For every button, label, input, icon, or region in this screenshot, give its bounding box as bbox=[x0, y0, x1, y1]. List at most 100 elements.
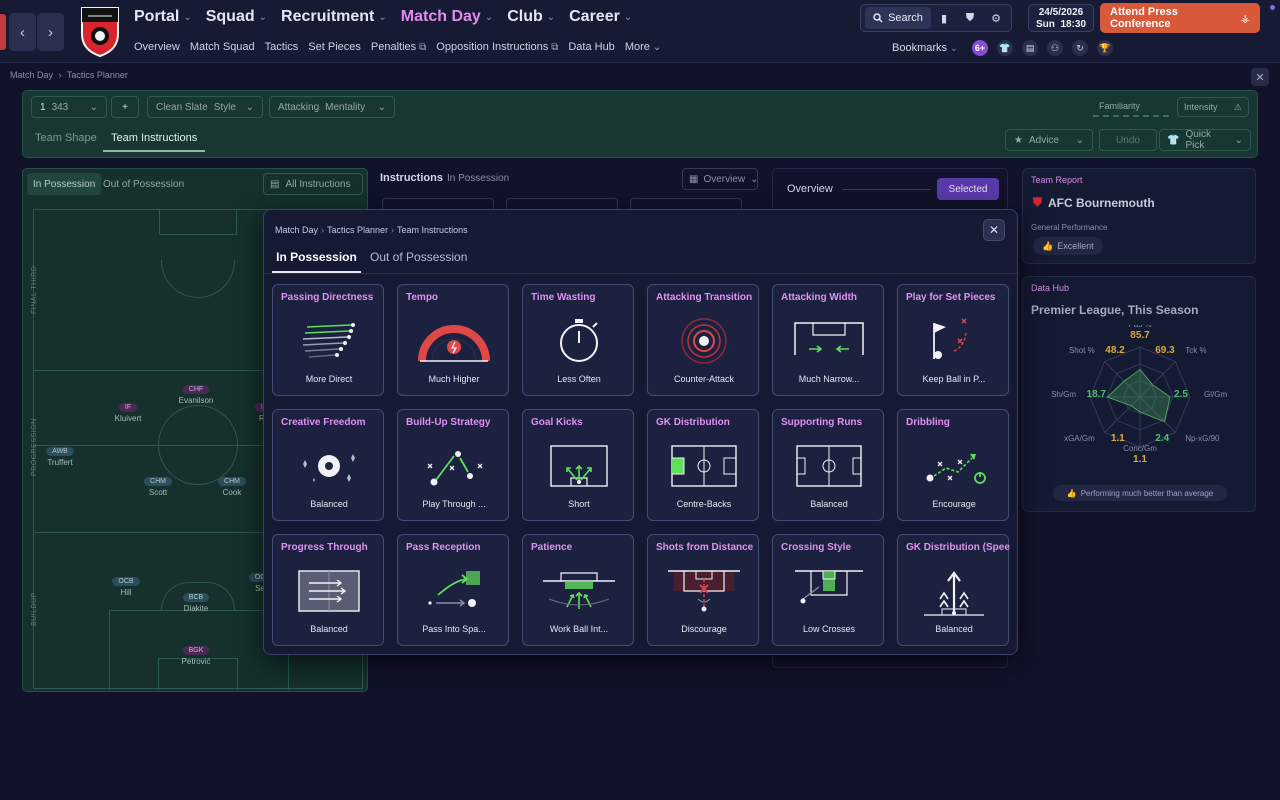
nav-label: Club bbox=[507, 8, 543, 25]
tab-pitch-in-possession[interactable]: In Possession bbox=[27, 173, 102, 195]
tab-pitch-out-of-possession[interactable]: Out of Possession bbox=[97, 173, 190, 195]
breadcrumb-match-day[interactable]: Match Day bbox=[10, 70, 53, 80]
instruction-card-goal-kicks[interactable]: Goal Kicks Short bbox=[522, 409, 634, 521]
subnav-overview[interactable]: Overview bbox=[134, 41, 180, 53]
modal-breadcrumb-match-day[interactable]: Match Day bbox=[275, 225, 318, 235]
player-name: Diakite bbox=[183, 604, 209, 613]
search-button[interactable]: Search bbox=[865, 7, 931, 29]
attend-press-conference-button[interactable]: Attend Press Conference ⚶ bbox=[1100, 3, 1260, 33]
kit-button[interactable]: 👕 bbox=[997, 40, 1013, 56]
player-bcb[interactable]: BCB Diakite bbox=[166, 592, 226, 613]
add-tactic-button[interactable]: + bbox=[111, 96, 139, 118]
formation-select[interactable]: 1 343 ⌄ bbox=[31, 96, 107, 118]
subnav-opposition-instructions[interactable]: Opposition Instructions ⧉ bbox=[436, 41, 558, 53]
overview-select[interactable]: ▦ Overview ⌄ bbox=[682, 168, 759, 190]
subnav-data-hub[interactable]: Data Hub bbox=[568, 41, 614, 53]
instruction-card-title: Tempo bbox=[406, 292, 439, 303]
player-chf[interactable]: CHF Evanilson bbox=[166, 384, 226, 405]
data-hub-footer-badge: 👍 Performing much better than average bbox=[1053, 485, 1227, 501]
instruction-card-passing-directness[interactable]: Passing Directness More Direct bbox=[272, 284, 384, 396]
podium-icon: ⚶ bbox=[1240, 12, 1250, 25]
clipboard-button[interactable]: ▤ bbox=[1022, 40, 1038, 56]
plus-icon: + bbox=[122, 101, 128, 113]
notification-strip[interactable] bbox=[0, 14, 6, 50]
nav-match-day[interactable]: Match Day ⌄ bbox=[401, 8, 493, 26]
instructions-title: Instructions bbox=[380, 172, 443, 184]
modal-close-button[interactable]: ✕ bbox=[983, 219, 1005, 241]
player-awb[interactable]: AWB Truffert bbox=[30, 446, 90, 467]
advice-button[interactable]: ★ Advice ⌄ bbox=[1005, 129, 1093, 151]
forward-button[interactable]: › bbox=[37, 13, 64, 51]
tab-team-instructions[interactable]: Team Instructions bbox=[103, 132, 206, 152]
notification-dot bbox=[1270, 5, 1275, 10]
tab-modal-in-possession[interactable]: In Possession bbox=[272, 250, 361, 273]
style-select[interactable]: Clean Slate Style ⌄ bbox=[147, 96, 263, 118]
quick-pick-button[interactable]: 👕 Quick Pick ⌄ bbox=[1159, 129, 1251, 151]
instruction-card-build-up-strategy[interactable]: Build-Up Strategy Play Through ... bbox=[397, 409, 509, 521]
instruction-card-tempo[interactable]: Tempo Much Higher bbox=[397, 284, 509, 396]
inbox-badge-button[interactable]: 6+ bbox=[972, 40, 988, 56]
instruction-card-attacking-transition[interactable]: Attacking Transition Counter-Attack bbox=[647, 284, 759, 396]
instruction-card-title: Build-Up Strategy bbox=[406, 417, 491, 428]
team-report-card[interactable]: Team Report ⛊ AFC Bournemouth General Per… bbox=[1022, 168, 1256, 264]
instruction-card-shots-from-distance[interactable]: Shots from Distance Discourage bbox=[647, 534, 759, 646]
subnav-penalties[interactable]: Penalties ⧉ bbox=[371, 41, 426, 53]
player-chm-right[interactable]: CHM Cook bbox=[202, 476, 262, 497]
player-ocb-left[interactable]: OCB Hill bbox=[96, 576, 156, 597]
subnav-tactics[interactable]: Tactics bbox=[265, 41, 299, 53]
shirt-icon: 👕 bbox=[1167, 134, 1180, 146]
subnav-more[interactable]: More ⌄ bbox=[625, 41, 661, 53]
breadcrumb-tactics-planner[interactable]: Tactics Planner bbox=[67, 70, 128, 80]
player-bgk[interactable]: BGK Petrović bbox=[166, 645, 226, 666]
intensity-meter[interactable]: Intensity ⚠ bbox=[1177, 97, 1249, 117]
bookmarks-dropdown[interactable]: Bookmarks ⌄ bbox=[892, 42, 958, 54]
game-date-button[interactable]: 24/5/2026 Sun 18:30 bbox=[1028, 4, 1094, 32]
player-chm-left[interactable]: CHM Scott bbox=[128, 476, 188, 497]
progress-through-icon bbox=[298, 570, 360, 612]
instruction-card-value: Much Narrow... bbox=[798, 374, 860, 384]
nav-squad[interactable]: Squad ⌄ bbox=[206, 8, 267, 26]
undo-button[interactable]: Undo bbox=[1099, 129, 1157, 151]
refresh-button[interactable]: ↻ bbox=[1072, 40, 1088, 56]
data-hub-card[interactable]: Data Hub Premier League, This Season Pas… bbox=[1022, 276, 1256, 512]
nav-recruitment[interactable]: Recruitment ⌄ bbox=[281, 8, 387, 26]
settings-button[interactable]: ⚙ bbox=[983, 7, 1009, 29]
instruction-card-pass-reception[interactable]: Pass Reception Pass Into Spa... bbox=[397, 534, 509, 646]
inbox-badge-count: 6+ bbox=[974, 43, 986, 53]
instruction-card-play-for-set-pieces[interactable]: Play for Set Pieces Keep Ball in P... bbox=[897, 284, 1009, 396]
instruction-card-creative-freedom[interactable]: Creative Freedom Balanced bbox=[272, 409, 384, 521]
instruction-card-crossing-style[interactable]: Crossing Style Low Crosses bbox=[772, 534, 884, 646]
nav-portal[interactable]: Portal ⌄ bbox=[134, 8, 192, 26]
nav-career[interactable]: Career ⌄ bbox=[569, 8, 632, 26]
instruction-card-patience[interactable]: Patience Work Ball Int... bbox=[522, 534, 634, 646]
instruction-card-dribbling[interactable]: Dribbling Encourage bbox=[897, 409, 1009, 521]
tab-modal-out-of-possession[interactable]: Out of Possession bbox=[370, 250, 467, 271]
close-planner-button[interactable]: ✕ bbox=[1251, 68, 1269, 86]
chevron-down-icon: ⌄ bbox=[546, 11, 556, 23]
back-button[interactable]: ‹ bbox=[9, 13, 36, 51]
trophy-button[interactable]: 🏆 bbox=[1097, 40, 1113, 56]
selected-button[interactable]: Selected bbox=[937, 178, 999, 200]
nav-club[interactable]: Club ⌄ bbox=[507, 8, 555, 26]
stopwatch-icon bbox=[560, 319, 598, 362]
club-shield-button[interactable]: ⛊ bbox=[957, 7, 983, 29]
subnav-set-pieces[interactable]: Set Pieces bbox=[308, 41, 361, 53]
staff-button[interactable]: ⚇ bbox=[1047, 40, 1063, 56]
bookmark-toggle-button[interactable]: ▮ bbox=[931, 7, 957, 29]
instruction-card-attacking-width[interactable]: Attacking Width Much Narrow... bbox=[772, 284, 884, 396]
instruction-card-gk-distribution-speed[interactable]: GK Distribution (Speed) Balanced bbox=[897, 534, 1010, 646]
instruction-card-progress-through[interactable]: Progress Through Balanced bbox=[272, 534, 384, 646]
instruction-card-time-wasting[interactable]: Time Wasting Less Often bbox=[522, 284, 634, 396]
instruction-card-supporting-runs[interactable]: Supporting Runs Balanced bbox=[772, 409, 884, 521]
subnav-match-squad[interactable]: Match Squad bbox=[190, 41, 255, 53]
modal-breadcrumb-tactics-planner[interactable]: Tactics Planner bbox=[327, 225, 388, 235]
club-crest-logo[interactable] bbox=[78, 4, 122, 58]
selected-label: Selected bbox=[948, 183, 988, 195]
tab-team-shape[interactable]: Team Shape bbox=[35, 132, 97, 144]
all-instructions-button[interactable]: ▤ All Instructions bbox=[263, 173, 363, 195]
player-if-left[interactable]: IF Kluivert bbox=[98, 402, 158, 423]
top-box bbox=[159, 210, 237, 235]
mentality-select[interactable]: Attacking Mentality ⌄ bbox=[269, 96, 395, 118]
instruction-card-gk-distribution[interactable]: GK Distribution Centre-Backs bbox=[647, 409, 759, 521]
familiarity-meter[interactable]: Familiarity bbox=[1093, 97, 1169, 117]
